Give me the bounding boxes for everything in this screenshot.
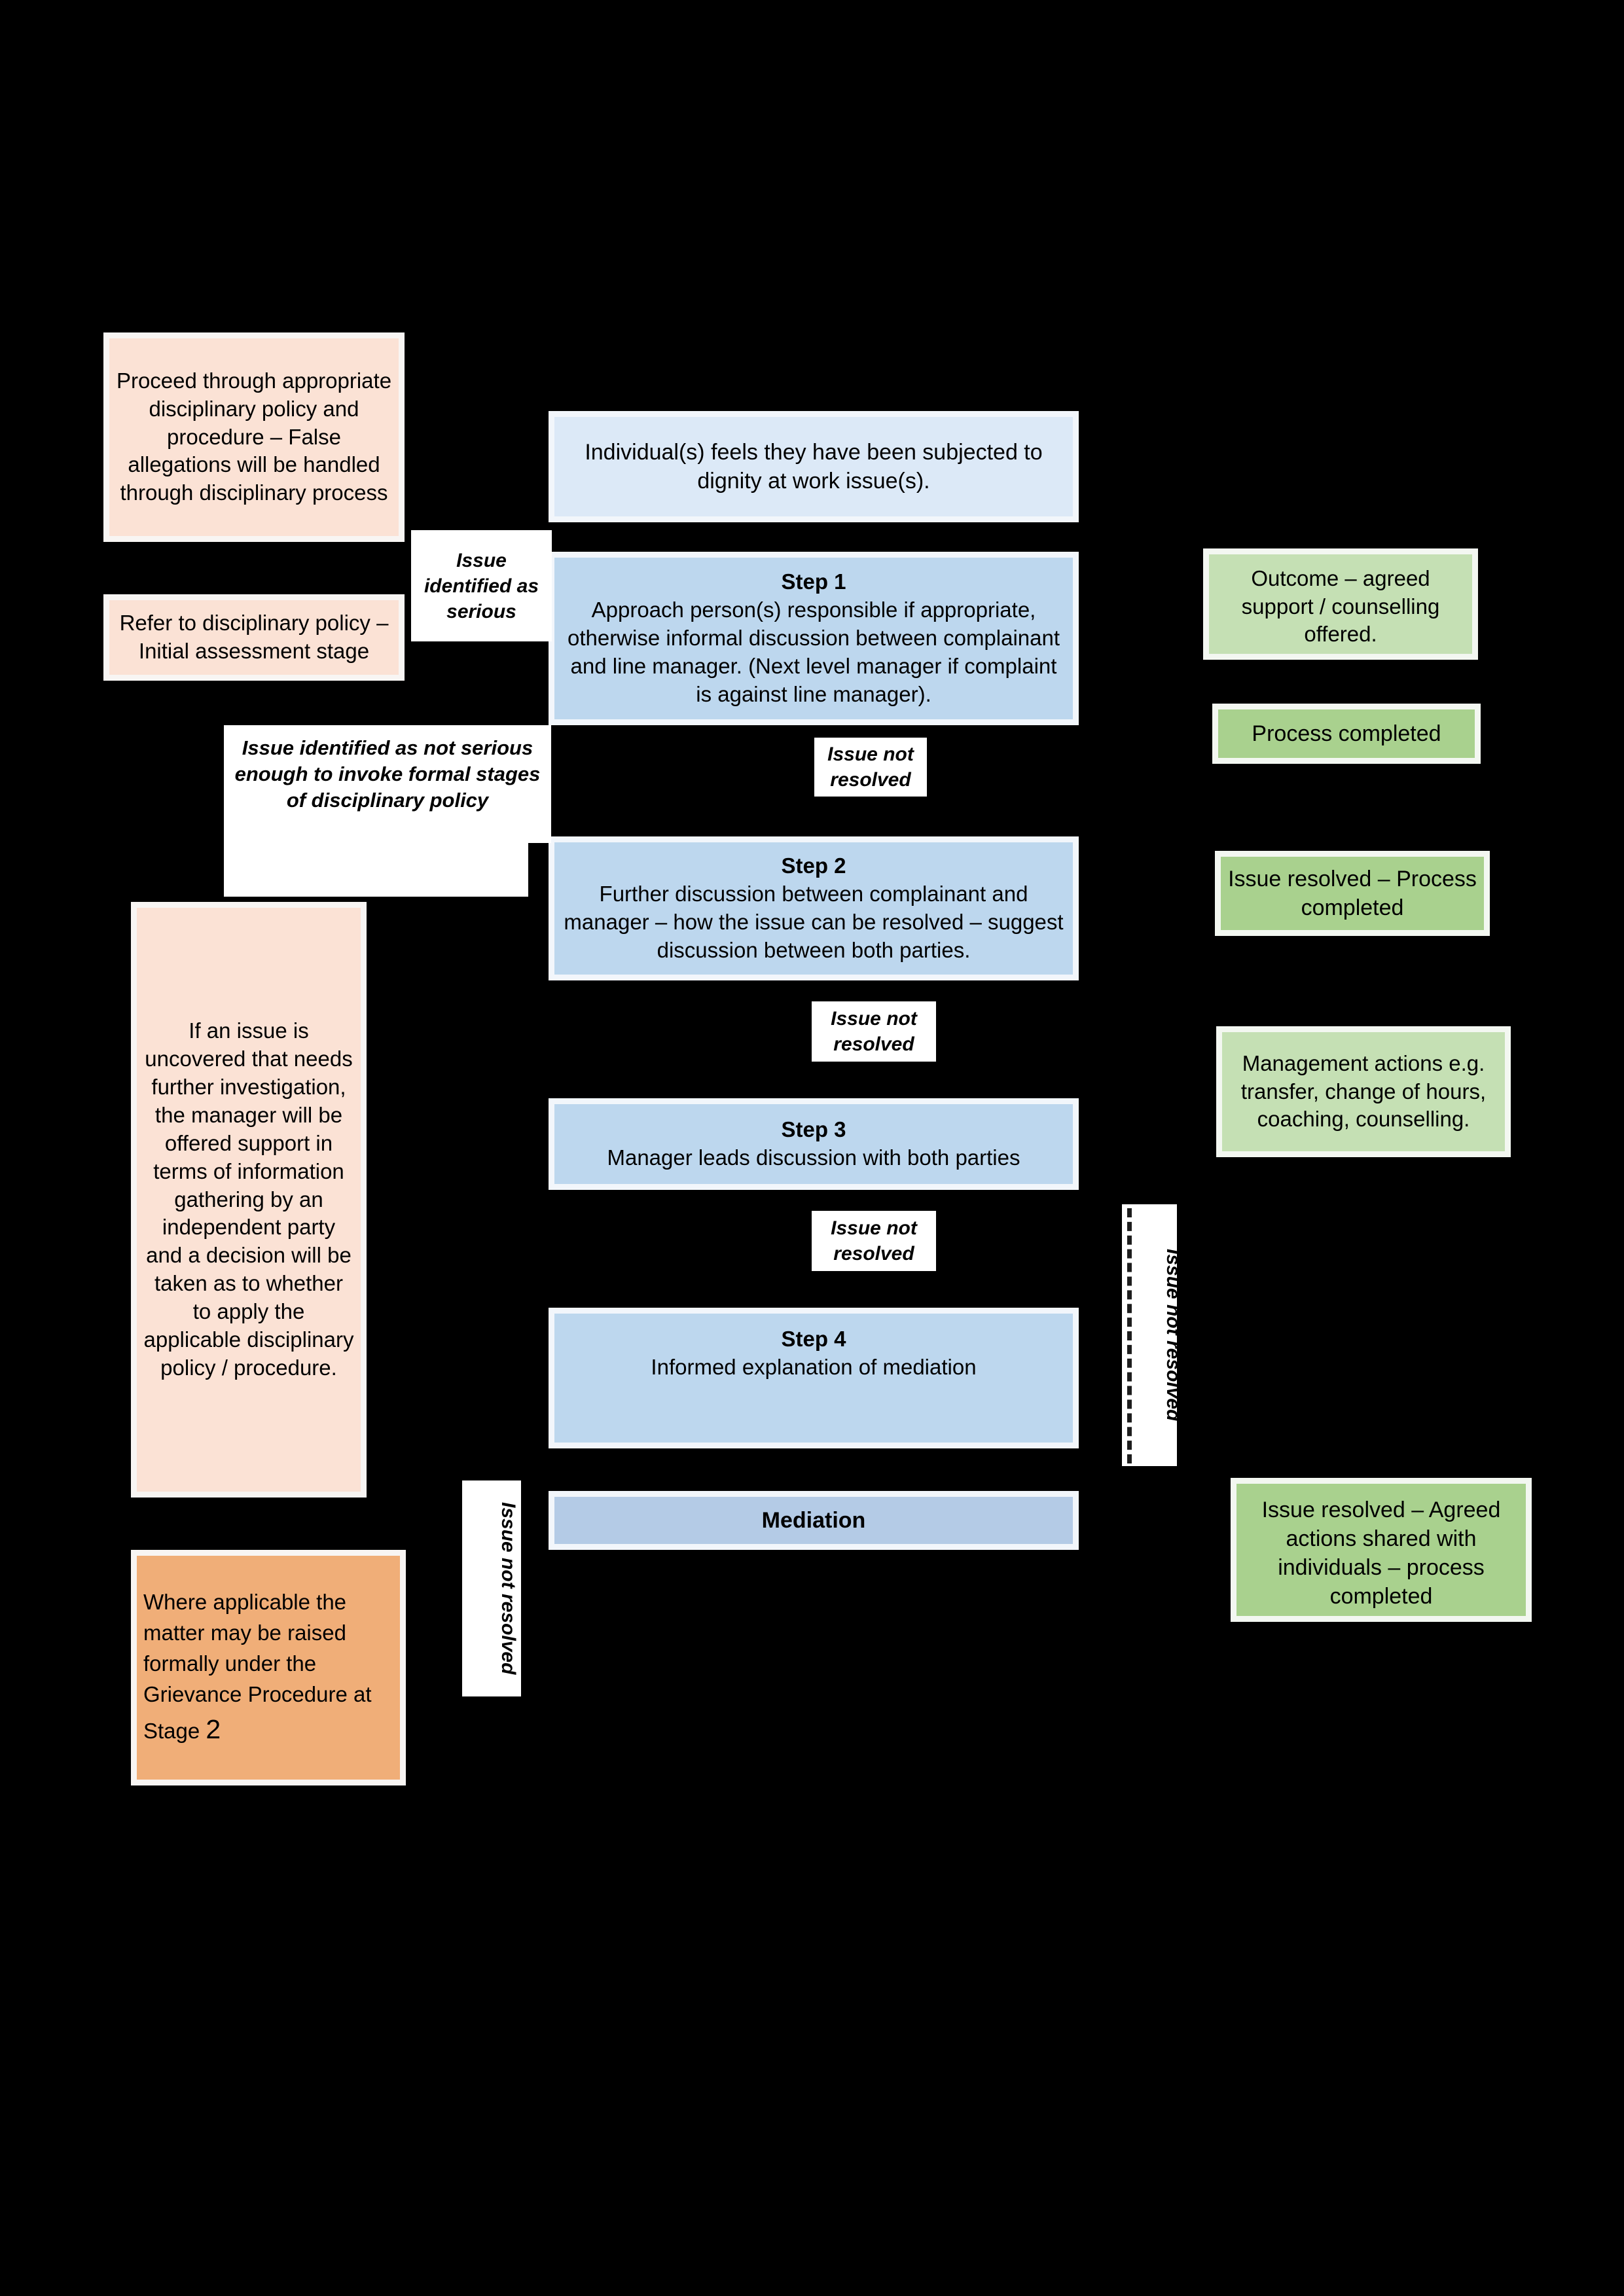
node-step4-body: Informed explanation of mediation (651, 1354, 977, 1379)
label-issue-not-resolved-3: Issue not resolved (812, 1211, 936, 1271)
node-refer-disciplinary-text: Refer to disciplinary policy – Initial a… (119, 611, 389, 663)
arrowhead-refer-to-proceed (247, 542, 264, 554)
node-management-actions[interactable]: Management actions e.g. transfer, change… (1216, 1026, 1511, 1157)
label-issue-not-resolved-3-text: Issue not resolved (831, 1217, 917, 1265)
arrowhead-step2-to-step3 (803, 1087, 820, 1099)
node-grievance-text-main: Where applicable the matter may be raise… (143, 1590, 372, 1743)
node-process-completed-text: Process completed (1252, 721, 1441, 746)
node-step2-fill: Step 2 Further discussion between compla… (554, 842, 1073, 975)
label-issue-not-resolved-2-text: Issue not resolved (831, 1008, 917, 1055)
node-issue-resolved-process-text: Issue resolved – Process completed (1228, 866, 1477, 920)
node-further-investigation[interactable]: If an issue is uncovered that needs furt… (131, 902, 367, 1498)
node-mediation-fill: Mediation (554, 1497, 1073, 1544)
label-issue-identified-serious-text: Issue identified as serious (424, 549, 539, 622)
node-process-completed-fill: Process completed (1218, 709, 1475, 758)
arrowhead-outcome-to-processcompleted (1346, 692, 1363, 704)
node-step2-heading: Step 2 (781, 853, 846, 878)
connector-step2-to-issueresolved (1079, 897, 1215, 901)
node-proceed-disciplinary-fill: Proceed through appropriate disciplinary… (109, 338, 399, 536)
node-outcome-support[interactable]: Outcome – agreed support / counselling o… (1203, 548, 1478, 660)
node-step3[interactable]: Step 3 Manager leads discussion with bot… (549, 1098, 1079, 1190)
label-issue-not-resolved-vertical-left-text: Issue not resolved (497, 1502, 519, 1675)
label-issue-not-resolved-1: Issue not resolved (814, 738, 927, 797)
node-management-actions-fill: Management actions e.g. transfer, change… (1222, 1032, 1505, 1151)
node-step1-fill: Step 1 Approach person(s) responsible if… (554, 558, 1073, 719)
dashed-line-right-channel (1127, 1208, 1132, 1463)
node-outcome-support-text: Outcome – agreed support / counselling o… (1241, 565, 1440, 647)
node-start-text: Individual(s) feels they have been subje… (585, 439, 1043, 493)
node-step1-heading: Step 1 (781, 569, 846, 594)
label-issue-not-serious-text: Issue identified as not serious enough t… (234, 736, 541, 812)
node-grievance-procedure-fill: Where applicable the matter may be raise… (137, 1556, 400, 1780)
connector-step3-to-managementactions (1079, 1100, 1216, 1103)
node-proceed-disciplinary-text: Proceed through appropriate disciplinary… (116, 368, 392, 505)
connector-refer-to-proceed (254, 548, 258, 594)
node-refer-disciplinary[interactable]: Refer to disciplinary policy – Initial a… (103, 594, 405, 681)
node-issue-resolved-agreed-text: Issue resolved – Agreed actions shared w… (1261, 1497, 1501, 1609)
node-grievance-procedure[interactable]: Where applicable the matter may be raise… (131, 1550, 406, 1785)
node-step4-heading: Step 4 (781, 1326, 846, 1351)
node-step2-body: Further discussion between complainant a… (564, 882, 1064, 962)
node-mediation-text: Mediation (761, 1507, 866, 1533)
node-step3-fill: Step 3 Manager leads discussion with bot… (554, 1104, 1073, 1184)
node-mediation[interactable]: Mediation (549, 1491, 1079, 1550)
label-issue-not-resolved-vertical-right-text: Issue not resolved (1163, 1249, 1184, 1422)
node-issue-resolved-agreed-fill: Issue resolved – Agreed actions shared w… (1236, 1484, 1526, 1616)
label-issue-not-resolved-1-text: Issue not resolved (827, 744, 914, 791)
node-issue-resolved-agreed[interactable]: Issue resolved – Agreed actions shared w… (1231, 1478, 1532, 1622)
label-issue-not-resolved-2: Issue not resolved (812, 1001, 936, 1062)
node-step1-body: Approach person(s) responsible if approp… (567, 598, 1060, 706)
arrowhead-mediation-to-resolvedagreed (1376, 1466, 1393, 1478)
node-process-completed[interactable]: Process completed (1212, 704, 1481, 764)
node-issue-resolved-process[interactable]: Issue resolved – Process completed (1215, 851, 1490, 936)
node-further-investigation-text: If an issue is uncovered that needs furt… (143, 1018, 354, 1380)
connector-step2-left-stub-b (524, 962, 549, 966)
connector-step4-left-stub-a (524, 1312, 549, 1316)
node-issue-resolved-process-fill: Issue resolved – Process completed (1221, 857, 1484, 930)
node-step4[interactable]: Step 4 Informed explanation of mediation (549, 1308, 1079, 1448)
label-issue-not-serious: Issue identified as not serious enough t… (224, 725, 551, 843)
label-issue-not-resolved-vertical-left: Issue not resolved (462, 1480, 521, 1696)
node-step1-text: Step 1 Approach person(s) responsible if… (554, 568, 1073, 708)
node-grievance-procedure-text: Where applicable the matter may be raise… (137, 1587, 400, 1748)
node-refer-disciplinary-fill: Refer to disciplinary policy – Initial a… (109, 600, 399, 675)
node-step4-fill: Step 4 Informed explanation of mediation (554, 1314, 1073, 1443)
arrowhead-notserious-to-step2 (526, 880, 539, 897)
node-proceed-disciplinary[interactable]: Proceed through appropriate disciplinary… (103, 332, 405, 542)
node-step3-body: Manager leads discussion with both parti… (607, 1145, 1020, 1170)
node-grievance-stage-number: 2 (206, 1713, 221, 1744)
connector-step1-to-step2 (809, 722, 813, 836)
node-step3-text: Step 3 Manager leads discussion with bot… (554, 1116, 1073, 1172)
label-issue-identified-serious: Issue identified as serious (411, 530, 552, 641)
node-start[interactable]: Individual(s) feels they have been subje… (549, 411, 1079, 522)
flowchart-canvas: Individual(s) feels they have been subje… (0, 0, 1624, 2296)
node-outcome-support-fill: Outcome – agreed support / counselling o… (1209, 554, 1472, 654)
node-management-actions-text: Management actions e.g. transfer, change… (1240, 1050, 1487, 1132)
node-step1[interactable]: Step 1 Approach person(s) responsible if… (549, 552, 1079, 725)
node-step3-heading: Step 3 (781, 1117, 846, 1142)
node-further-investigation-fill: If an issue is uncovered that needs furt… (137, 908, 361, 1492)
node-step2[interactable]: Step 2 Further discussion between compla… (549, 836, 1079, 980)
connector-step4-left-stub-b (524, 1427, 549, 1431)
node-step2-text: Step 2 Further discussion between compla… (554, 852, 1073, 965)
node-start-fill: Individual(s) feels they have been subje… (554, 417, 1073, 516)
node-step4-text: Step 4 Informed explanation of mediation (554, 1325, 1073, 1382)
connector-step3-right-stub (1079, 1139, 1106, 1143)
label-issue-not-serious-box-lower (224, 843, 528, 897)
connector-step1-to-outcome (1079, 602, 1203, 606)
